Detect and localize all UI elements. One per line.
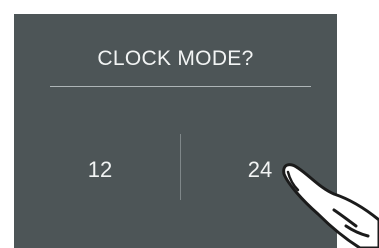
option-12-hour[interactable]: 12	[60, 154, 140, 186]
title-divider	[50, 86, 311, 87]
options-divider	[180, 134, 181, 200]
dialog-title: CLOCK MODE?	[97, 47, 254, 70]
clock-mode-dialog: CLOCK MODE? 12 24	[14, 14, 337, 248]
option-24-hour[interactable]: 24	[220, 154, 300, 186]
screen: CLOCK MODE? 12 24	[0, 0, 379, 248]
